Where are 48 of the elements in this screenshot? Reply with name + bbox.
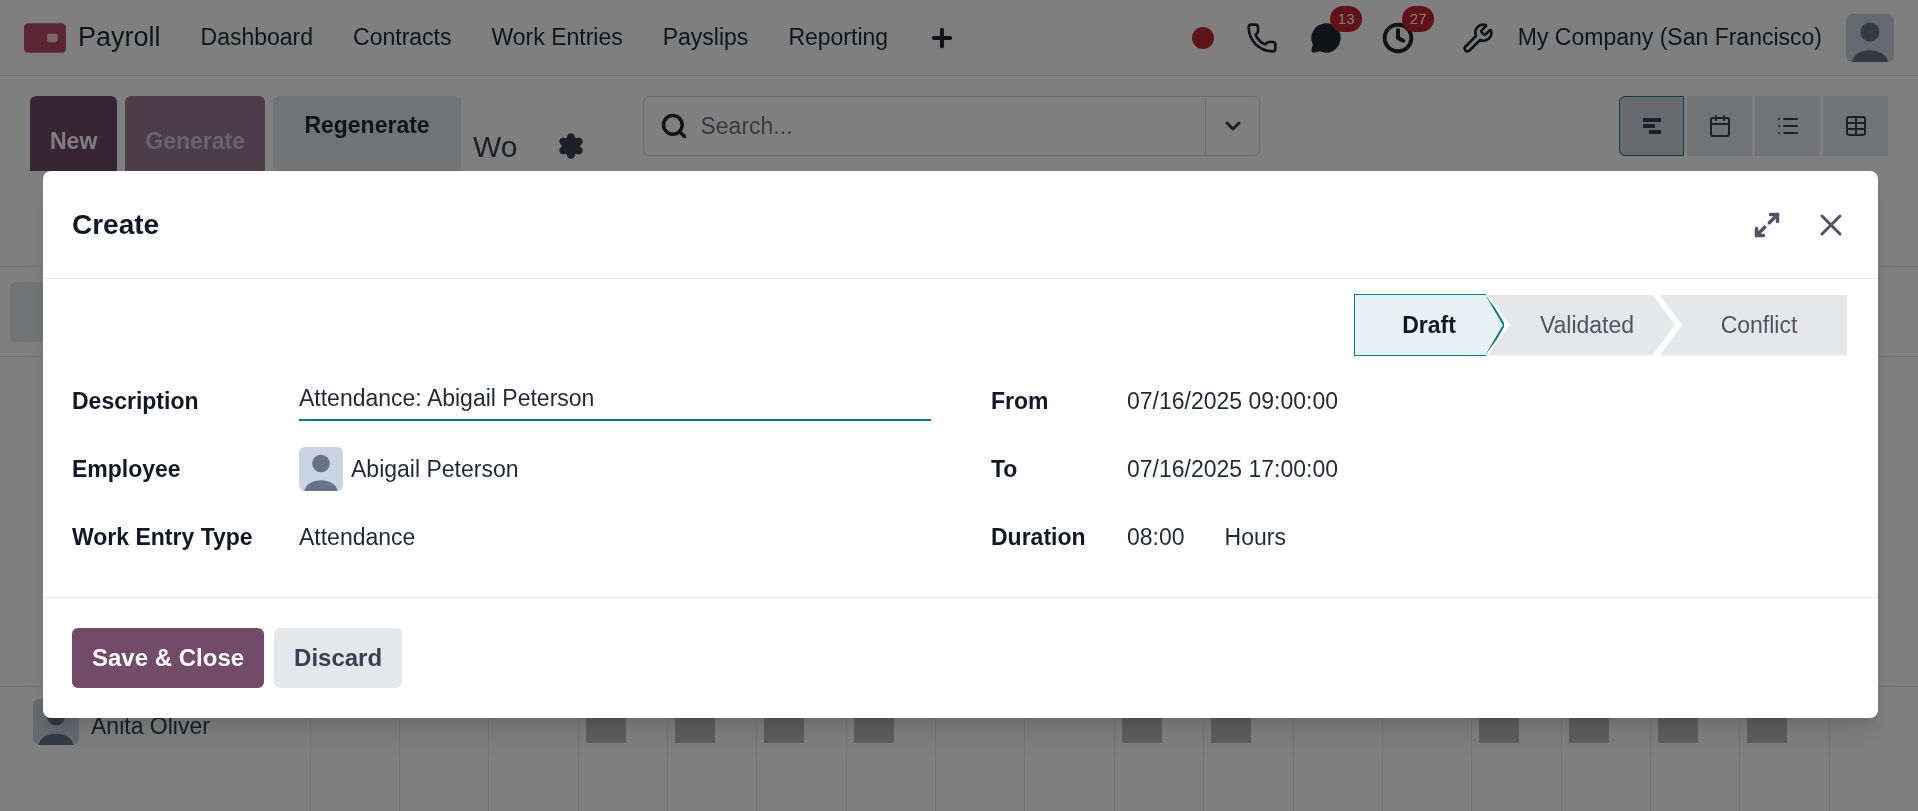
menu-item[interactable]: Work Entries xyxy=(491,20,623,55)
app-name[interactable]: Payroll xyxy=(78,17,161,58)
field-value[interactable]: 08:00 xyxy=(1127,519,1185,555)
user-avatar-icon xyxy=(1846,13,1894,62)
search-input[interactable]: Search... xyxy=(700,108,1206,144)
field-value[interactable]: 07/16/2025 09:00:00 xyxy=(1127,383,1339,419)
description-field[interactable]: Attendance: Abigail Peterson xyxy=(299,380,931,422)
field-label: Description xyxy=(72,386,200,416)
breadcrumb-text[interactable]: Wo xyxy=(473,124,518,169)
employee-field[interactable]: Abigail Peterson xyxy=(351,451,519,487)
status-stage[interactable]: Conflict xyxy=(1658,294,1848,356)
tools-icon[interactable] xyxy=(1461,21,1494,54)
control-button[interactable]: Regenerate xyxy=(273,96,461,171)
search-icon xyxy=(660,112,689,140)
employee-name: Anita Oliver xyxy=(91,712,210,741)
phone-icon[interactable] xyxy=(1245,21,1278,54)
field-label: Work Entry Type xyxy=(72,522,254,552)
menu-item[interactable]: Payslips xyxy=(662,20,749,55)
view-switch-button[interactable] xyxy=(1823,96,1888,156)
unit-label: Hours xyxy=(1224,522,1286,552)
field-value[interactable]: Attendance xyxy=(299,519,416,555)
company-switcher[interactable]: My Company (San Francisco) xyxy=(1517,20,1822,55)
message-count-badge: 13 xyxy=(1329,5,1363,32)
menu-item[interactable]: Reporting xyxy=(788,20,889,55)
field-label: To xyxy=(991,454,1019,484)
calendar-view-icon xyxy=(1707,114,1732,138)
field-label: Duration xyxy=(991,522,1087,552)
expand-icon[interactable] xyxy=(1753,210,1781,239)
menu-item[interactable]: Dashboard xyxy=(200,20,314,55)
status-stage[interactable]: Validated xyxy=(1486,294,1676,356)
employee-avatar-icon xyxy=(299,447,343,491)
app-logo-icon xyxy=(24,22,66,53)
control-button[interactable]: New xyxy=(30,96,118,171)
view-switch-button[interactable] xyxy=(1687,96,1752,156)
settings-icon[interactable] xyxy=(557,132,586,160)
field-label: Employee xyxy=(72,454,182,484)
dialog-title: Create xyxy=(72,207,160,242)
pivot-view-icon xyxy=(1843,114,1868,138)
discard-button[interactable]: Discard xyxy=(274,628,403,688)
save-button[interactable]: Save & Close xyxy=(72,628,265,688)
view-switch-button[interactable] xyxy=(1755,96,1820,156)
activity-count-badge: 27 xyxy=(1401,5,1435,32)
status-stage[interactable]: Draft xyxy=(1354,294,1504,356)
view-switch-button[interactable] xyxy=(1619,96,1684,156)
menu-item[interactable]: Contracts xyxy=(353,20,452,55)
search-field[interactable]: Search... xyxy=(643,96,1261,156)
field-label: From xyxy=(991,386,1050,416)
field-value[interactable]: 07/16/2025 17:00:00 xyxy=(1127,451,1339,487)
